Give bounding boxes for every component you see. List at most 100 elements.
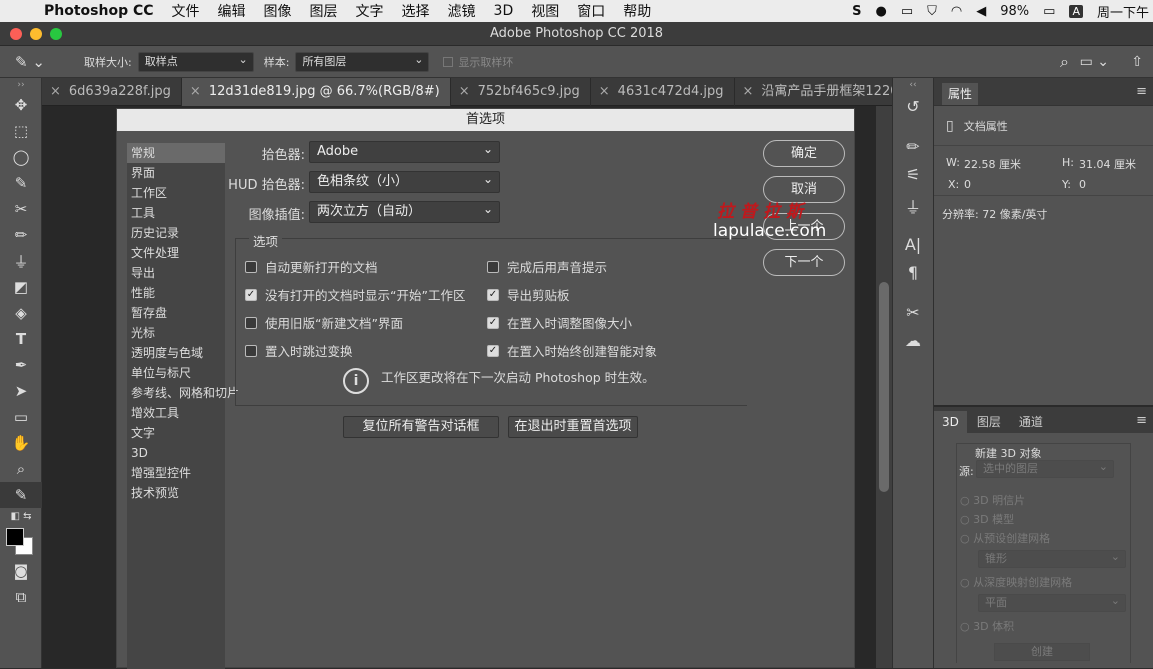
tab-channels[interactable]: 通道 [1011,411,1051,433]
stamp-tool-icon[interactable]: ⏚ [0,248,42,274]
panel-menu-icon[interactable]: ≡ [1136,413,1147,428]
brush-tool-icon[interactable]: ✏ [0,222,42,248]
rectangle-tool-icon[interactable]: ▭ [0,404,42,430]
checkbox-box[interactable] [487,260,499,273]
checkbox-box[interactable]: ✓ [245,288,257,301]
checkbox-box[interactable] [245,316,257,329]
type-tool-icon[interactable]: T [0,326,42,352]
category-tools[interactable]: 工具 [127,203,225,223]
color-picker-select[interactable]: Adobe [309,139,500,163]
wifi-icon[interactable]: ◠ [951,4,962,19]
workspace-icon[interactable]: ▭ ⌄ [1080,54,1109,70]
menu-view[interactable]: 视图 [531,1,559,21]
y-value[interactable]: 0 [1079,178,1086,191]
menu-type[interactable]: 文字 [356,1,384,21]
show-start-workspace-checkbox[interactable]: ✓ 没有打开的文档时显示“开始”工作区 [245,285,465,304]
adjustments-panel-icon[interactable]: ⚟ [893,160,933,188]
create-button[interactable]: 创建 [994,643,1090,661]
quick-select-tool-icon[interactable]: ✎ [0,170,42,196]
close-tab-icon[interactable]: × [743,84,754,99]
checkbox-box[interactable]: ✓ [487,288,499,301]
radio-depth-map[interactable]: ○ 从深度映射创建网格 [960,574,1072,590]
h-value[interactable]: 31.04 厘米 [1079,156,1136,172]
sample-ring-checkbox[interactable] [443,56,454,67]
dock-collapse-icon[interactable]: ‹‹ [893,78,933,92]
sample-select[interactable]: 所有图层 [295,51,430,72]
panel-menu-icon[interactable]: ≡ [1136,84,1147,99]
hand-tool-icon[interactable]: ✋ [0,430,42,456]
search-icon[interactable]: ⌕ [1060,52,1069,72]
radio-3d-model[interactable]: ○ 3D 模型 [960,511,1014,527]
qq-icon[interactable]: ● [876,4,887,19]
tab-layers[interactable]: 图层 [967,411,1011,433]
category-cursors[interactable]: 光标 [127,323,225,343]
hud-picker-select[interactable]: 色相条纹（小） [309,169,500,193]
menu-3d[interactable]: 3D [494,3,514,19]
tools-panel-icon[interactable]: ✂ [893,298,933,326]
category-performance[interactable]: 性能 [127,283,225,303]
paragraph-panel-icon[interactable]: ¶ [893,258,933,286]
close-tab-icon[interactable]: × [190,84,201,99]
reset-warnings-button[interactable]: 复位所有警告对话框 [343,416,499,438]
paint-bucket-tool-icon[interactable]: ◈ [0,300,42,326]
minimize-window-button[interactable] [30,28,42,40]
menu-help[interactable]: 帮助 [623,1,651,21]
character-panel-icon[interactable]: A| [893,230,933,258]
category-export[interactable]: 导出 [127,263,225,283]
category-3d[interactable]: 3D [127,443,225,463]
tab-3d[interactable]: 3D [934,411,967,433]
category-workspace[interactable]: 工作区 [127,183,225,203]
menu-filter[interactable]: 滤镜 [448,1,476,21]
category-enhanced-controls[interactable]: 增强型控件 [127,463,225,483]
volume-icon[interactable]: ◀ [976,4,986,19]
tab-doc-2[interactable]: × 12d31de819.jpg @ 66.7%(RGB/8#) [181,78,451,106]
color-swatches[interactable] [0,524,41,558]
quick-mask-icon[interactable]: ◙ [0,558,42,584]
clock[interactable]: 周一下午 [1097,2,1149,21]
category-tech-preview[interactable]: 技术预览 [127,483,225,503]
category-scratch-disks[interactable]: 暂存盘 [127,303,225,323]
beep-when-done-checkbox[interactable]: 完成后用声音提示 [487,257,607,276]
tab-doc-3[interactable]: × 752bf465c9.jpg [451,78,591,106]
tab-properties[interactable]: 属性 [942,83,979,105]
libraries-panel-icon[interactable]: ☁ [893,326,933,354]
share-icon[interactable]: ⇧ [1131,54,1143,70]
checkbox-box[interactable] [245,344,257,357]
radio-postcard[interactable]: ○ 3D 明信片 [960,492,1025,508]
lasso-tool-icon[interactable]: ◯ [0,144,42,170]
input-method-icon[interactable]: A [1069,4,1083,18]
app-menu[interactable]: Photoshop CC [44,3,154,19]
menu-layer[interactable]: 图层 [310,1,338,21]
eraser-tool-icon[interactable]: ◩ [0,274,42,300]
radio-3d-volume[interactable]: ○ 3D 体积 [960,618,1014,634]
category-guides[interactable]: 参考线、网格和切片 [127,383,239,403]
screen-icon[interactable]: ▭ [901,4,913,19]
close-window-button[interactable] [10,28,22,40]
category-plugins[interactable]: 增效工具 [127,403,225,423]
depth-map-select[interactable]: 平面 [978,593,1126,612]
screen-mode-icon[interactable]: ⧉ [0,584,42,610]
smart-object-checkbox[interactable]: ✓ 在置入时始终创建智能对象 [487,341,657,360]
category-type[interactable]: 文字 [127,423,225,443]
marquee-tool-icon[interactable]: ⬚ [0,118,42,144]
category-units[interactable]: 单位与标尺 [127,363,225,383]
category-interface[interactable]: 界面 [127,163,225,183]
battery-icon[interactable]: ▭ [1043,4,1055,19]
shield-icon[interactable]: ⛉ [927,4,937,19]
checkbox-box[interactable] [245,260,257,273]
menu-window[interactable]: 窗口 [577,1,605,21]
sample-size-select[interactable]: 取样点 [137,51,254,72]
zoom-window-button[interactable] [50,28,62,40]
foreground-color[interactable] [6,528,24,546]
close-tab-icon[interactable]: × [459,84,470,99]
path-select-tool-icon[interactable]: ➤ [0,378,42,404]
category-history[interactable]: 历史记录 [127,223,225,243]
ok-button[interactable]: 确定 [763,140,845,167]
zoom-tool-icon[interactable]: ⌕ [0,456,42,482]
x-value[interactable]: 0 [964,178,971,191]
crop-tool-icon[interactable]: ✂ [0,196,42,222]
tab-doc-1[interactable]: × 6d639a228f.jpg [42,78,182,106]
eyedropper-tool-icon[interactable]: ✎ [0,482,42,508]
vertical-scrollbar[interactable] [876,106,892,668]
checkbox-box[interactable]: ✓ [487,316,499,329]
